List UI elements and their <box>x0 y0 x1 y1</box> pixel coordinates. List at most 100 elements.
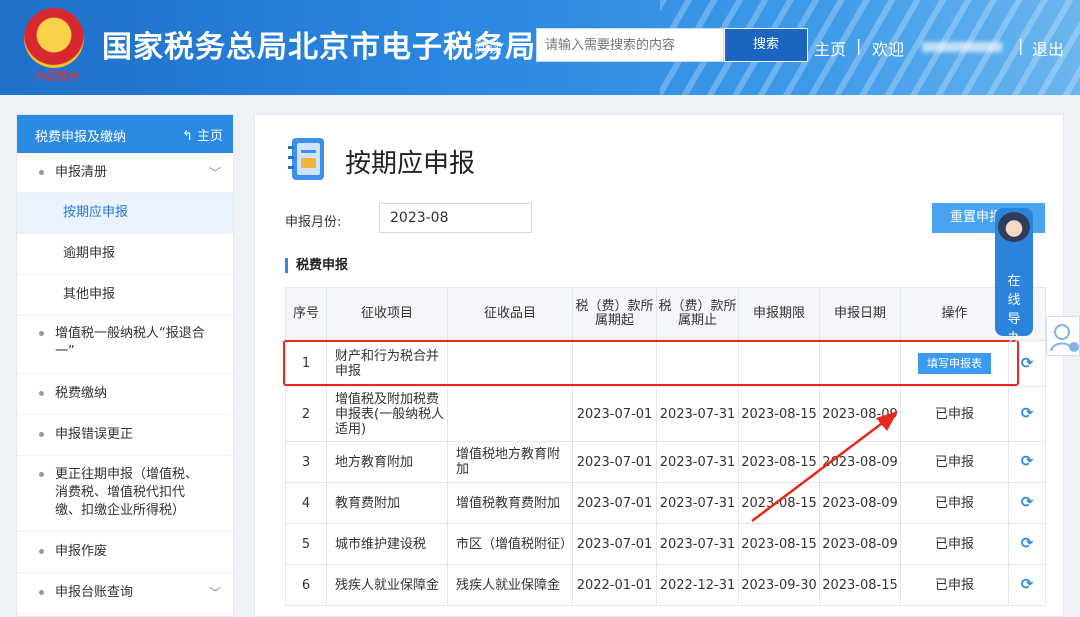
table-row: 6 残疾人就业保障金 残疾人就业保障金 2022-01-01 2022-12-3… <box>285 564 1046 606</box>
col-header: 征收品目 <box>447 287 573 341</box>
row-number: 6 <box>285 564 327 606</box>
bullet-icon <box>39 590 44 595</box>
period-start: 2022-01-01 <box>572 564 657 606</box>
sidebar-item-periodic-declaration[interactable]: 按期应申报 <box>17 193 233 234</box>
sidebar-item-declaration-list[interactable]: 申报清册 ﹀ <box>17 153 233 193</box>
sidebar-item-overdue-declaration[interactable]: 逾期申报 <box>17 234 233 275</box>
sidebar-item-tax-payment[interactable]: 税费缴纳 <box>17 374 233 415</box>
refresh-icon[interactable]: ⟳ <box>1021 536 1034 551</box>
action-cell: 填写申报表 <box>900 340 1009 387</box>
sidebar: 税费申报及缴纳 ↰ 主页 申报清册 ﹀ 按期应申报 逾期申报 其他申报 增值税一… <box>16 114 234 617</box>
period-end: 2023-07-31 <box>656 482 739 524</box>
collection-subitem <box>447 386 573 442</box>
col-header: 操作 <box>900 287 1009 341</box>
collection-item: 财产和行为税合并申报 <box>326 340 448 387</box>
collection-item: 教育费附加 <box>326 482 448 524</box>
collection-item: 残疾人就业保障金 <box>326 564 448 606</box>
collection-item: 城市维护建设税 <box>326 523 448 565</box>
period-start: 2023-07-01 <box>572 386 657 442</box>
bullet-icon <box>39 549 44 554</box>
period-end: 2023-07-31 <box>656 441 739 483</box>
refresh-icon[interactable]: ⟳ <box>1021 406 1034 421</box>
collection-subitem: 残疾人就业保障金 <box>447 564 573 606</box>
row-number: 4 <box>285 482 327 524</box>
blurred-username <box>922 42 1002 52</box>
row-number: 2 <box>285 386 327 442</box>
table-row: 3 地方教育附加 增值税地方教育附加 2023-07-01 2023-07-31… <box>285 441 1046 483</box>
bullet-icon <box>39 472 44 477</box>
emblem-caption: 中国税务 <box>34 70 78 83</box>
search-input[interactable] <box>536 28 724 62</box>
sidebar-item-label: 税费缴纳 <box>55 386 108 401</box>
chevron-down-icon: ﹀ <box>208 166 221 180</box>
refresh-icon[interactable]: ⟳ <box>1021 454 1034 469</box>
sidebar-item-other-declaration[interactable]: 其他申报 <box>17 275 233 316</box>
site-title[interactable]: 国家税务总局北京市电子税务局 <box>102 22 536 66</box>
period-end <box>656 340 739 387</box>
status-text: 已申报 <box>900 564 1009 606</box>
declaration-table: 序号 征收项目 征收品目 税（费）款所属期起 税（费）款所属期止 申报期限 申报… <box>285 287 1046 606</box>
read-link[interactable]: 阅读 <box>474 38 502 58</box>
deadline: 2023-09-30 <box>738 564 820 606</box>
table-header-row: 序号 征收项目 征收品目 税（费）款所属期起 税（费）款所属期止 申报期限 申报… <box>285 287 1046 341</box>
table-row: 2 增值税及附加税费申报表(一般纳税人适用) 2023-07-01 2023-0… <box>285 386 1046 442</box>
sidebar-item-label: 申报清册 <box>55 165 108 180</box>
sidebar-item-label: 逾期申报 <box>63 246 116 261</box>
sidebar-item-label: 申报作废 <box>55 544 108 559</box>
sidebar-item-error-correction[interactable]: 申报错误更正 <box>17 415 233 456</box>
deadline: 2023-08-15 <box>738 386 820 442</box>
month-label: 申报月份: <box>285 215 342 230</box>
col-header: 税（费）款所属期止 <box>656 287 739 341</box>
declare-date: 2023-08-09 <box>819 482 901 524</box>
refresh-cell: ⟳ <box>1008 523 1046 565</box>
fill-form-button[interactable]: 填写申报表 <box>918 353 991 374</box>
declare-date: 2023-08-09 <box>819 523 901 565</box>
collection-item: 地方教育附加 <box>326 441 448 483</box>
declaration-book-icon <box>288 138 324 180</box>
collection-subitem: 增值税地方教育附加 <box>447 441 573 483</box>
search-button[interactable]: 搜索 <box>724 28 808 62</box>
logout-link[interactable]: 退出 <box>1032 36 1064 60</box>
table-row: 5 城市维护建设税 市区（增值税附征） 2023-07-01 2023-07-3… <box>285 523 1046 565</box>
refresh-cell: ⟳ <box>1008 441 1046 483</box>
sidebar-home-link[interactable]: ↰ 主页 <box>182 125 223 144</box>
status-text: 已申报 <box>900 482 1009 524</box>
sidebar-item-past-correction[interactable]: 更正往期申报（增值税、消费税、增值税代扣代缴、扣缴企业所得税） <box>17 456 233 532</box>
bullet-icon <box>39 331 44 336</box>
nav-home-link[interactable]: 主页 <box>814 36 846 60</box>
col-header: 申报期限 <box>738 287 820 341</box>
declare-date <box>819 340 901 387</box>
sidebar-item-label: 申报错误更正 <box>55 427 134 442</box>
refresh-icon[interactable]: ⟳ <box>1021 355 1034 371</box>
period-end: 2023-07-31 <box>656 386 739 442</box>
user-service-icon[interactable] <box>1046 316 1080 356</box>
period-end: 2023-07-31 <box>656 523 739 565</box>
sidebar-item-label: 按期应申报 <box>63 205 129 220</box>
refresh-cell: ⟳ <box>1008 564 1046 606</box>
sidebar-item-label: 更正往期申报（增值税、消费税、增值税代扣代缴、扣缴企业所得税） <box>55 467 199 518</box>
nav-separator: | <box>1018 36 1024 55</box>
deadline: 2023-08-15 <box>738 482 820 524</box>
section-title: 税费申报 <box>285 258 348 273</box>
status-text: 已申报 <box>900 441 1009 483</box>
refresh-icon[interactable]: ⟳ <box>1021 577 1034 592</box>
guide-label: 在线导办 <box>1007 274 1021 346</box>
refresh-icon[interactable]: ⟳ <box>1021 495 1034 510</box>
period-start: 2023-07-01 <box>572 441 657 483</box>
table-row: 1 财产和行为税合并申报 填写申报表 ⟳ <box>285 340 1046 387</box>
assistant-avatar-icon <box>998 212 1030 242</box>
online-guide-widget[interactable]: 在线导办 <box>995 208 1033 346</box>
sidebar-item-ledger-query[interactable]: 申报台账查询 ﹀ <box>17 573 233 614</box>
deadline <box>738 340 820 387</box>
sidebar-item-void-declaration[interactable]: 申报作废 <box>17 532 233 573</box>
tax-emblem-icon <box>24 8 84 68</box>
bullet-icon <box>39 391 44 396</box>
declare-date: 2023-08-09 <box>819 441 901 483</box>
month-input[interactable]: 2023-08 <box>379 203 532 233</box>
sidebar-item-label: 申报台账查询 <box>55 585 134 600</box>
sidebar-item-label: 增值税一般纳税人“报退合一” <box>55 326 205 359</box>
col-header: 税（费）款所属期起 <box>572 287 657 341</box>
home-arrow-icon: ↰ <box>181 129 197 144</box>
sidebar-item-vat-refund[interactable]: 增值税一般纳税人“报退合一” <box>17 316 233 374</box>
row-number: 5 <box>285 523 327 565</box>
